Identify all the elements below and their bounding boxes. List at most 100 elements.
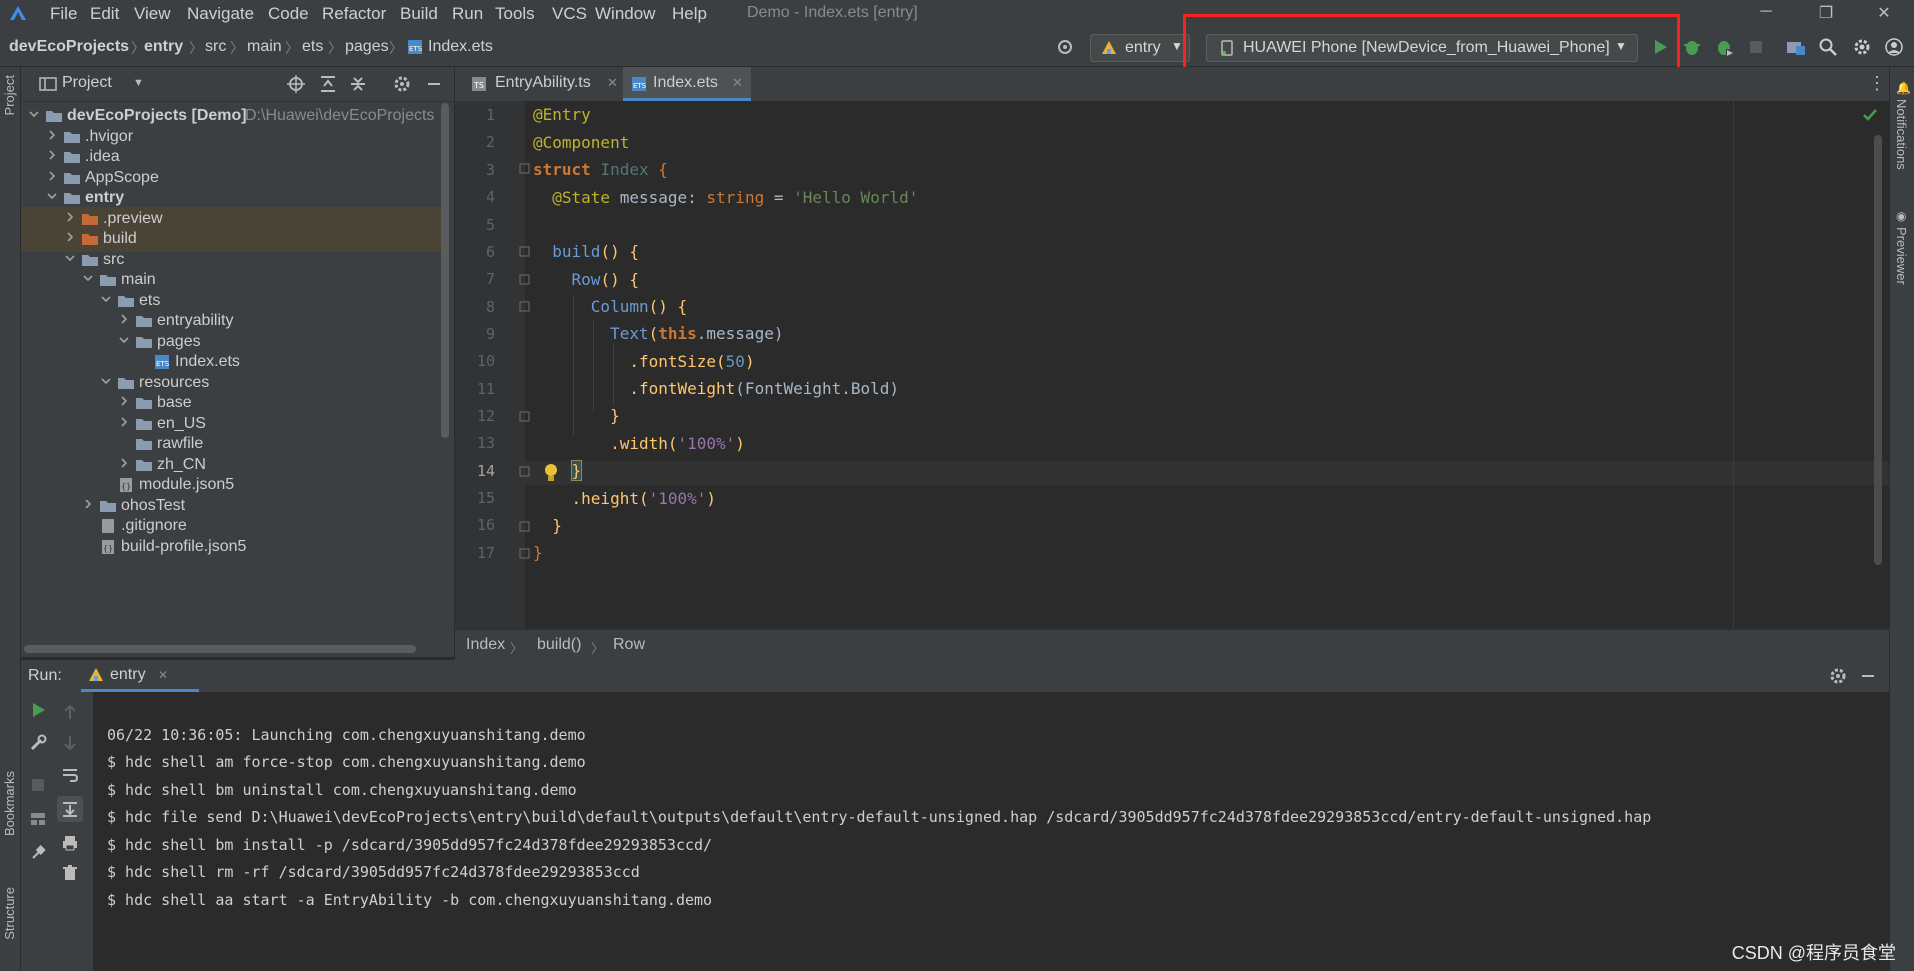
chevron-right-icon[interactable]	[119, 396, 129, 406]
debug-icon[interactable]	[1682, 37, 1702, 57]
soft-wrap-icon[interactable]	[61, 766, 79, 784]
chevron-down-icon[interactable]	[47, 191, 57, 201]
breadcrumb-main[interactable]: main	[247, 38, 282, 56]
close-icon[interactable]: ✕	[1864, 3, 1904, 25]
code-breadcrumb-item[interactable]: Index	[466, 636, 505, 654]
hide-panel-icon[interactable]	[1859, 667, 1877, 685]
breadcrumb-ets[interactable]: ets	[302, 38, 323, 56]
tab-index-ets[interactable]: ETS Index.ets ✕	[623, 67, 751, 101]
project-structure-icon[interactable]	[1786, 37, 1806, 57]
run-tab-entry[interactable]: entry ✕	[81, 660, 199, 692]
menu-help[interactable]: Help	[672, 4, 707, 24]
search-icon[interactable]	[1818, 37, 1838, 57]
line-number: 13	[476, 434, 495, 452]
code-breadcrumb: Index 〉 build() 〉 Row	[455, 629, 1889, 660]
chevron-right-icon[interactable]	[47, 171, 57, 181]
tab-close-icon[interactable]: ✕	[158, 668, 168, 682]
chevron-down-icon[interactable]	[83, 273, 93, 283]
tree-item-label: ohosTest	[121, 497, 186, 514]
code-line: .fontSize(50)	[629, 352, 755, 371]
menu-refactor[interactable]: Refactor	[322, 4, 386, 24]
tab-close-icon[interactable]: ✕	[607, 75, 618, 91]
breadcrumb-project[interactable]: devEcoProjects	[9, 38, 129, 56]
chevron-down-icon[interactable]	[101, 294, 111, 304]
menu-build[interactable]: Build	[400, 4, 438, 24]
chevron-down-icon[interactable]	[29, 109, 39, 119]
tab-close-icon[interactable]: ✕	[732, 75, 743, 91]
menu-tools[interactable]: Tools	[495, 4, 535, 24]
layout-icon[interactable]	[29, 810, 47, 828]
breadcrumb-pages[interactable]: pages	[345, 38, 389, 56]
tab-entryability[interactable]: TS EntryAbility.ts ✕	[463, 67, 623, 101]
run-config-select[interactable]: entry ▼	[1090, 34, 1190, 62]
chevron-right-icon[interactable]	[47, 130, 57, 140]
editor-vertical-scrollbar[interactable]	[1874, 135, 1882, 565]
chevron-right-icon[interactable]	[65, 212, 75, 222]
collapse-all-icon[interactable]	[349, 75, 367, 93]
account-avatar-icon[interactable]	[1884, 37, 1904, 57]
minimize-icon[interactable]: ─	[1746, 3, 1786, 25]
menu-view[interactable]: View	[134, 4, 171, 24]
chevron-right-icon[interactable]	[83, 499, 93, 509]
structure-tool-tab[interactable]: Structure	[2, 887, 17, 940]
chevron-right-icon[interactable]	[119, 458, 129, 468]
console-line: $ hdc file send D:\Huawei\devEcoProjects…	[107, 808, 1652, 826]
tree-item[interactable]: {} build-profile.json5	[21, 535, 441, 560]
rerun-icon[interactable]	[29, 701, 47, 719]
arrow-up-icon[interactable]	[61, 703, 79, 721]
code-breadcrumb-item[interactable]: build()	[537, 636, 581, 654]
locate-target-icon[interactable]	[1055, 37, 1075, 57]
settings-gear-icon[interactable]	[1852, 37, 1872, 57]
project-horizontal-scrollbar[interactable]	[24, 645, 416, 653]
folder-icon	[118, 296, 134, 307]
eye-icon: ◉	[1896, 209, 1907, 223]
locate-file-icon[interactable]	[287, 75, 305, 93]
run-toolbar	[21, 692, 93, 971]
menu-file[interactable]: File	[50, 4, 77, 24]
menu-code[interactable]: Code	[268, 4, 309, 24]
gear-icon[interactable]	[1829, 667, 1847, 685]
chevron-right-icon[interactable]	[119, 314, 129, 324]
pin-icon[interactable]	[29, 844, 47, 862]
chevron-down-icon[interactable]	[65, 253, 75, 263]
menu-window[interactable]: Window	[595, 4, 655, 24]
gear-icon[interactable]	[393, 75, 411, 93]
attach-debugger-icon[interactable]	[1714, 37, 1734, 57]
file-icon	[102, 519, 114, 533]
project-tool-tab[interactable]: Project	[2, 75, 17, 115]
chevron-right-icon[interactable]	[47, 150, 57, 160]
scroll-to-end-toggle[interactable]	[57, 796, 83, 822]
print-icon[interactable]	[61, 834, 79, 852]
current-line-highlight	[525, 461, 1889, 485]
stop-icon[interactable]	[29, 776, 47, 794]
editor-tab-bar: TS EntryAbility.ts ✕ ETS Index.ets ✕ ⋮	[455, 67, 1889, 102]
previewer-tool-tab[interactable]: Previewer	[1894, 227, 1909, 285]
menu-navigate[interactable]: Navigate	[187, 4, 254, 24]
notifications-tool-tab[interactable]: Notifications	[1894, 99, 1909, 170]
expand-all-icon[interactable]	[319, 75, 337, 93]
code-breadcrumb-item[interactable]: Row	[613, 636, 645, 654]
menu-vcs[interactable]: VCS	[552, 4, 587, 24]
tree-item-label: pages	[157, 333, 201, 350]
breadcrumb-file[interactable]: Index.ets	[428, 38, 493, 56]
menu-edit[interactable]: Edit	[90, 4, 119, 24]
arrow-down-icon[interactable]	[61, 734, 79, 752]
breadcrumb-src[interactable]: src	[205, 38, 226, 56]
chevron-right-icon[interactable]	[119, 417, 129, 427]
project-panel-title[interactable]: Project	[62, 74, 112, 92]
chevron-right-icon[interactable]	[65, 232, 75, 242]
trash-icon[interactable]	[61, 864, 79, 882]
svg-text:{}: {}	[103, 544, 113, 553]
project-vertical-scrollbar[interactable]	[441, 103, 449, 438]
chevron-down-icon[interactable]	[101, 376, 111, 386]
restore-icon[interactable]: ❐	[1806, 3, 1846, 25]
wrench-icon[interactable]	[29, 734, 47, 752]
chevron-down-icon[interactable]	[119, 335, 129, 345]
breadcrumb-entry[interactable]: entry	[144, 38, 183, 56]
more-options-icon[interactable]: ⋮	[1868, 73, 1886, 94]
bookmarks-tool-tab[interactable]: Bookmarks	[2, 771, 17, 836]
chevron-down-icon[interactable]: ▼	[133, 77, 144, 89]
stop-icon[interactable]	[1746, 37, 1766, 57]
hide-panel-icon[interactable]	[425, 75, 443, 93]
menu-run[interactable]: Run	[452, 4, 483, 24]
